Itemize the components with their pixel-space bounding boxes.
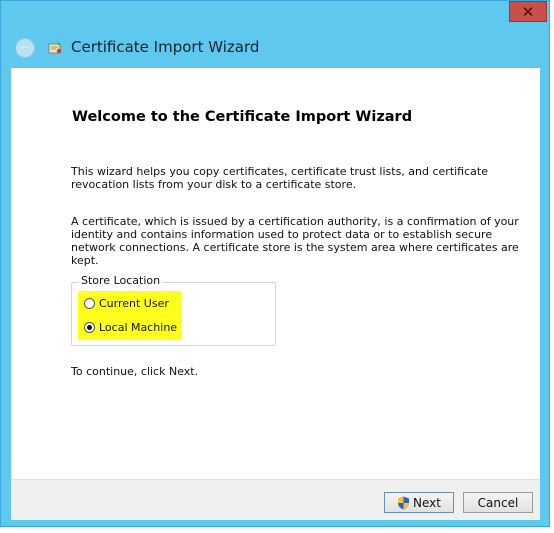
window-title: Certificate Import Wizard [71,38,260,56]
continue-instruction: To continue, click Next. [71,365,199,378]
radio-label-local-machine: Local Machine [99,320,178,334]
uac-shield-icon [398,496,410,509]
certificate-description-paragraph: A certificate, which is issued by a cert… [71,215,519,267]
intro-paragraph: This wizard helps you copy certificates,… [71,165,488,191]
cancel-button-label: Cancel [477,495,519,510]
radio-local-machine[interactable]: Local Machine [84,319,177,335]
radio-button-checked[interactable] [84,321,95,333]
next-button[interactable]: Next [384,492,454,513]
next-button-label: Next [413,495,441,510]
radio-current-user[interactable]: Current User [84,295,169,311]
radio-button-unchecked[interactable] [84,297,95,309]
page-heading: Welcome to the Certificate Import Wizard [72,109,413,125]
store-location-label: Store Location [79,274,163,287]
back-arrow-icon: ← [20,41,30,54]
radio-label-current-user: Current User [99,296,169,310]
button-bar: Next Cancel [11,479,540,520]
close-button[interactable]: ✕ [509,1,547,22]
cancel-button[interactable]: Cancel [463,492,533,513]
store-location-group: Store Location Current User Local Machin… [71,274,276,346]
wizard-content: Welcome to the Certificate Import Wizard… [11,68,540,479]
certificate-wizard-icon [48,40,62,54]
back-button[interactable]: ← [15,38,35,58]
wizard-window: ✕ ← Certificate Import Wizard Welcome to… [0,0,550,527]
close-icon: ✕ [521,3,535,21]
